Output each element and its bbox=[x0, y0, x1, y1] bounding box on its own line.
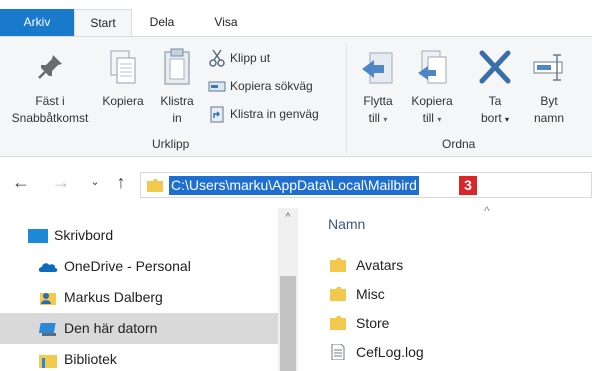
address-path[interactable]: C:\Users\marku\AppData\Local\Mailbird bbox=[169, 176, 419, 195]
cloud-icon bbox=[38, 263, 58, 272]
tab-dela[interactable]: Dela bbox=[142, 9, 182, 36]
document-icon bbox=[331, 344, 345, 360]
desktop-icon bbox=[28, 229, 48, 243]
paste-shortcut-button[interactable]: Klistra in genväg bbox=[208, 103, 319, 125]
move-to-icon bbox=[362, 52, 393, 84]
folder-icon bbox=[147, 179, 163, 192]
delete-icon bbox=[479, 50, 511, 84]
nav-scrollbar[interactable]: ^ bbox=[278, 208, 298, 371]
navigation-pane: Skrivbord OneDrive - Personal Markus Dal… bbox=[0, 208, 300, 371]
ribbon: Fäst i Snabbåtkomst Kopiera Klistra in K… bbox=[0, 36, 592, 157]
folder-icon bbox=[330, 287, 346, 301]
user-folder-icon bbox=[40, 293, 56, 305]
rename-label-1: Byt bbox=[540, 94, 558, 108]
up-arrow-icon[interactable]: ↑ bbox=[110, 170, 132, 194]
computer-icon bbox=[38, 323, 56, 336]
nav-item-libraries[interactable]: Bibliotek bbox=[0, 344, 278, 371]
file-name: Store bbox=[356, 315, 390, 331]
step-badge: 3 bbox=[459, 176, 477, 195]
copy-path-label: Kopiera sökväg bbox=[230, 79, 313, 93]
back-arrow-icon[interactable]: ← bbox=[10, 170, 32, 194]
nav-item-label: OneDrive - Personal bbox=[64, 258, 191, 274]
sort-ascending-icon: ^ bbox=[484, 204, 490, 218]
copy-path-button[interactable]: Kopiera sökväg bbox=[208, 75, 313, 97]
move-to-label-1: Flytta bbox=[363, 94, 393, 108]
pin-quick-access-button[interactable]: Fäst i Snabbåtkomst bbox=[0, 51, 100, 127]
copy-button[interactable]: Kopiera bbox=[97, 49, 149, 110]
forward-arrow-icon[interactable]: → bbox=[50, 170, 72, 194]
ribbon-tab-bar: Arkiv Start Dela Visa bbox=[0, 0, 592, 37]
column-name-label: Namn bbox=[328, 216, 366, 232]
nav-item-label: Bibliotek bbox=[64, 351, 117, 367]
address-bar[interactable]: C:\Users\marku\AppData\Local\Mailbird 3 bbox=[140, 172, 592, 198]
file-list-pane: Namn ^ Avatars Misc Store CefLog.log bbox=[300, 204, 592, 371]
recent-locations-chevron-icon[interactable]: ⌄ bbox=[84, 170, 106, 194]
nav-item-label: Den här datorn bbox=[64, 320, 158, 336]
copy-to-label-1: Kopiera bbox=[411, 94, 453, 108]
column-header-name[interactable]: Namn bbox=[328, 216, 365, 232]
cut-label: Klipp ut bbox=[230, 51, 271, 65]
delete-label-1: Ta bbox=[488, 94, 502, 108]
folder-icon bbox=[330, 258, 346, 272]
scrollbar-thumb[interactable] bbox=[280, 276, 296, 371]
scroll-up-icon[interactable]: ^ bbox=[278, 210, 298, 226]
rename-button[interactable]: Byt namn bbox=[524, 49, 574, 127]
move-to-label-2: till ▾ bbox=[368, 111, 388, 125]
pin-label-1: Fäst i bbox=[35, 94, 65, 108]
delete-label-2: bort ▾ bbox=[480, 111, 510, 125]
nav-item-this-pc[interactable]: Den här datorn bbox=[0, 313, 278, 344]
pin-icon bbox=[38, 55, 62, 79]
copy-to-icon bbox=[418, 50, 447, 84]
copy-to-button[interactable]: Kopiera till ▾ bbox=[405, 49, 459, 128]
group-label-clipboard: Urklipp bbox=[152, 137, 190, 151]
nav-item-onedrive[interactable]: OneDrive - Personal bbox=[0, 251, 278, 282]
paste-shortcut-icon bbox=[210, 106, 224, 123]
tab-arkiv[interactable]: Arkiv bbox=[0, 9, 74, 36]
file-name: CefLog.log bbox=[356, 344, 424, 360]
move-to-button[interactable]: Flytta till ▾ bbox=[355, 49, 401, 128]
paste-button[interactable]: Klistra in bbox=[152, 47, 202, 127]
pin-label-2: Snabbåtkomst bbox=[11, 111, 89, 125]
paste-shortcut-label: Klistra in genväg bbox=[230, 107, 319, 121]
rename-label-2: namn bbox=[533, 111, 565, 125]
delete-button[interactable]: Ta bort ▾ bbox=[470, 49, 520, 128]
rename-icon bbox=[533, 54, 563, 81]
paste-icon bbox=[164, 48, 190, 85]
nav-item-user[interactable]: Markus Dalberg bbox=[0, 282, 278, 313]
scissors-icon bbox=[209, 49, 225, 67]
tab-start[interactable]: Start bbox=[74, 9, 132, 37]
address-row: ← → ⌄ ↑ C:\Users\marku\AppData\Local\Mai… bbox=[0, 158, 592, 208]
copy-to-label-2: till ▾ bbox=[422, 111, 442, 125]
file-name: Misc bbox=[356, 286, 385, 302]
copy-path-icon bbox=[208, 81, 226, 92]
tab-visa[interactable]: Visa bbox=[206, 9, 246, 36]
file-name: Avatars bbox=[356, 257, 404, 273]
paste-label-1: Klistra bbox=[160, 94, 194, 108]
library-icon bbox=[39, 355, 57, 368]
folder-icon bbox=[330, 316, 346, 330]
nav-item-label: Markus Dalberg bbox=[64, 289, 163, 305]
ribbon-separator bbox=[346, 43, 347, 153]
paste-label-2: in bbox=[172, 111, 182, 125]
cut-button[interactable]: Klipp ut bbox=[208, 47, 270, 69]
group-label-organize: Ordna bbox=[442, 137, 476, 151]
nav-item-desktop[interactable]: Skrivbord bbox=[0, 220, 278, 251]
copy-icon bbox=[110, 50, 136, 84]
nav-item-label: Skrivbord bbox=[54, 227, 114, 243]
copy-label: Kopiera bbox=[102, 94, 144, 108]
